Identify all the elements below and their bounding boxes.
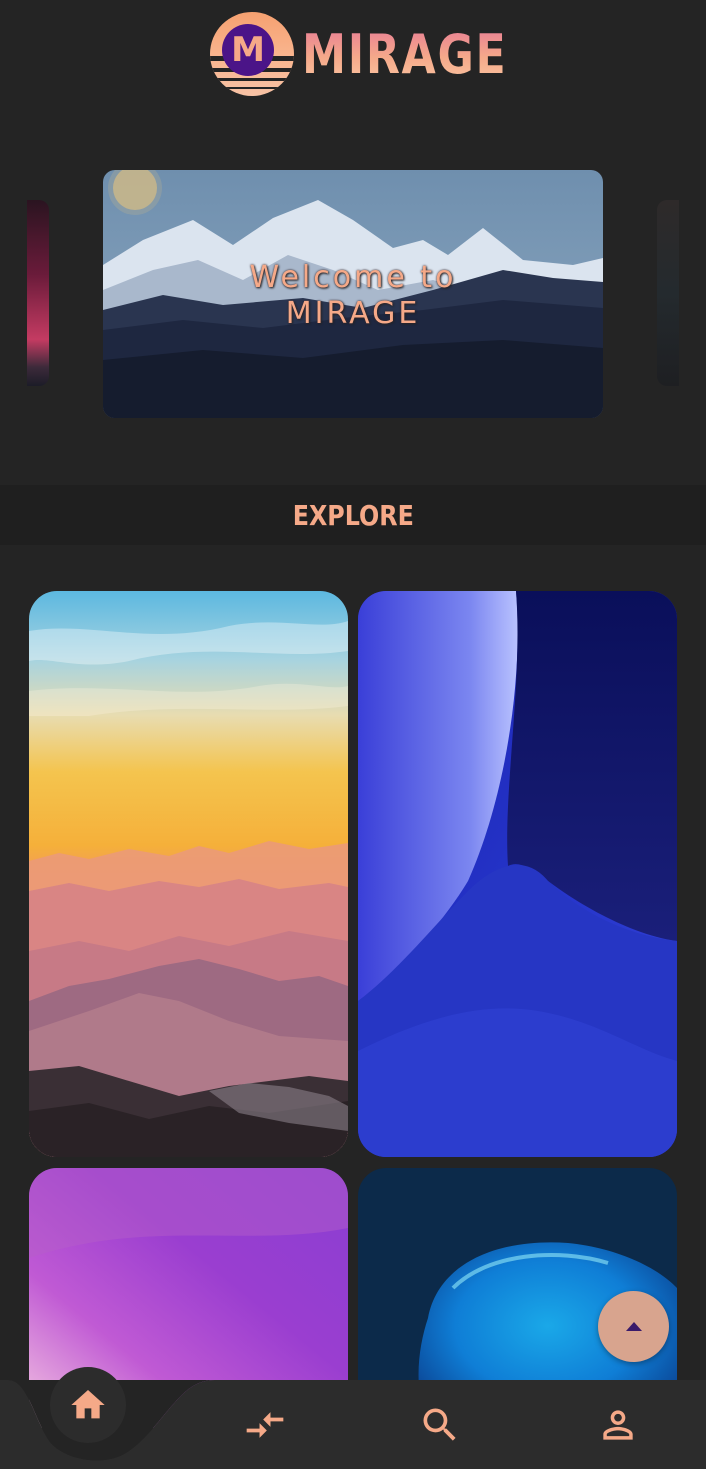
nav-compare-button[interactable] bbox=[235, 1395, 295, 1455]
person-icon bbox=[603, 1410, 633, 1440]
app-name: MIRAGE bbox=[302, 22, 508, 86]
explore-header: EXPLORE bbox=[0, 485, 706, 545]
wallpaper-blue-abstract[interactable] bbox=[358, 591, 677, 1157]
explore-title: EXPLORE bbox=[292, 498, 414, 532]
featured-carousel[interactable]: Welcome to MIRAGE bbox=[0, 150, 706, 440]
carousel-hero-slide[interactable]: Welcome to MIRAGE bbox=[103, 170, 603, 418]
hero-title: Welcome to MIRAGE bbox=[103, 260, 603, 332]
hero-title-line2: MIRAGE bbox=[285, 296, 421, 331]
logo-badge: M bbox=[210, 12, 294, 96]
scroll-to-top-button[interactable] bbox=[598, 1291, 669, 1362]
nav-home-button[interactable] bbox=[50, 1367, 126, 1443]
app-logo: M MIRAGE bbox=[210, 12, 552, 96]
wallpaper-sunset-mountains[interactable] bbox=[29, 591, 348, 1157]
arrow-up-icon bbox=[625, 1321, 642, 1331]
carousel-next-slide[interactable] bbox=[657, 200, 679, 386]
hero-title-line1: Welcome to bbox=[249, 260, 457, 295]
wallpaper-image bbox=[358, 591, 677, 1157]
logo-letter: M bbox=[222, 24, 274, 76]
search-icon bbox=[423, 1408, 456, 1441]
home-icon bbox=[71, 1390, 105, 1419]
wallpaper-image bbox=[29, 591, 348, 1157]
nav-profile-button[interactable] bbox=[588, 1395, 648, 1455]
carousel-prev-slide[interactable] bbox=[27, 200, 49, 386]
compare-arrows-icon bbox=[246, 1412, 284, 1438]
nav-search-button[interactable] bbox=[410, 1395, 470, 1455]
